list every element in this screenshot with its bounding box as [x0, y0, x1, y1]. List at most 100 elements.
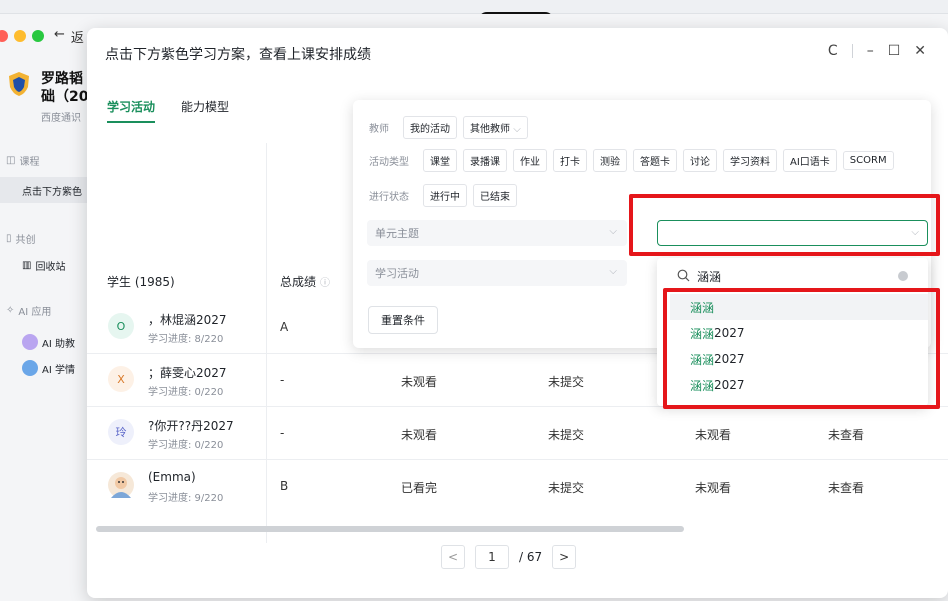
- avatar: X: [108, 366, 134, 392]
- header-total[interactable]: 总成绩 ⓘ: [280, 273, 330, 290]
- minimize-dot[interactable]: [14, 30, 26, 42]
- student-name: ；薛雯心2027: [148, 366, 227, 380]
- type-label: 活动类型: [369, 157, 409, 168]
- dropdown-option[interactable]: 涵涵 2027: [670, 320, 928, 346]
- chip-my-activity[interactable]: 我的活动: [403, 116, 457, 139]
- search-icon: [677, 269, 690, 282]
- chip-type[interactable]: 打卡: [553, 149, 587, 172]
- status-cell: 未查看: [828, 428, 865, 442]
- avatar: 玲: [108, 419, 134, 445]
- chip-type[interactable]: SCORM: [842, 151, 894, 170]
- status-cell: 未观看: [695, 428, 732, 442]
- dropdown-option[interactable]: 涵涵: [670, 294, 928, 320]
- dropdown-search[interactable]: 涵涵: [657, 264, 928, 288]
- tab-bar: 学习活动 能力模型: [107, 98, 229, 123]
- close-icon[interactable]: ✕: [914, 43, 926, 59]
- chip-type[interactable]: 学习资料: [723, 149, 777, 172]
- student-name: ，林焜涵2027: [148, 313, 227, 327]
- prev-page-button[interactable]: <: [441, 545, 465, 569]
- total-score: B: [280, 479, 289, 493]
- chip-type[interactable]: 测验: [593, 149, 627, 172]
- unit-select[interactable]: 单元主题 ⌵: [367, 220, 627, 246]
- chevron-down-icon: ⌵: [609, 226, 617, 237]
- nav-section-shared: ▯ 共创: [6, 233, 36, 246]
- ai-assistant-avatar: [22, 334, 38, 350]
- horizontal-scrollbar[interactable]: [96, 526, 684, 532]
- maximize-icon[interactable]: ☐: [888, 43, 901, 59]
- activity-select[interactable]: 学习活动 ⌵: [367, 260, 627, 286]
- zoom-dot[interactable]: [32, 30, 44, 42]
- refresh-icon[interactable]: C: [828, 43, 838, 59]
- status-cell: 未观看: [401, 375, 438, 389]
- chip-type[interactable]: AI口语卡: [783, 149, 837, 172]
- teacher-label: 教师: [369, 124, 389, 135]
- divider: [851, 44, 853, 58]
- course-subtitle: 西度通识: [41, 113, 81, 124]
- chevron-down-icon: ⌵: [911, 227, 919, 238]
- child-photo-icon: [111, 477, 131, 498]
- avatar: O: [108, 313, 134, 339]
- sparkle-icon: ✧: [6, 305, 15, 316]
- status-cell: 未提交: [548, 428, 585, 442]
- chevron-down-icon: ⌵: [609, 266, 617, 277]
- type-filter-row: 活动类型 课堂 录播课 作业 打卡 测验 答题卡 讨论 学习资料 AI口语卡 S…: [369, 149, 894, 172]
- page-total: / 67: [519, 550, 543, 564]
- chip-finished[interactable]: 已结束: [473, 184, 517, 207]
- book-icon: ◫: [6, 155, 16, 166]
- reset-button[interactable]: 重置条件: [368, 306, 438, 334]
- nav-item-active[interactable]: 点击下方紫色: [0, 177, 88, 203]
- status-cell: 未查看: [828, 481, 865, 495]
- dropdown-option[interactable]: 涵涵 2027: [670, 372, 928, 398]
- student-dropdown: 涵涵 涵涵 涵涵 2027 涵涵 2027 涵涵 2027: [657, 258, 928, 406]
- chip-in-progress[interactable]: 进行中: [423, 184, 467, 207]
- total-score: -: [280, 426, 285, 440]
- header-student: 学生 (1985): [107, 275, 175, 289]
- chevron-down-icon: ⌵: [513, 124, 521, 135]
- student-progress: 学习进度: 8/220: [148, 334, 224, 345]
- status-cell: 已看完: [401, 481, 438, 495]
- top-strip: [0, 0, 948, 30]
- status-cell: 未观看: [401, 428, 438, 442]
- table-row[interactable]: (Emma) 学习进度: 9/220 B 已看完 未提交 未观看 未查看: [87, 460, 948, 513]
- next-page-button[interactable]: >: [552, 545, 577, 569]
- course-logo: [9, 72, 29, 96]
- chip-type[interactable]: 录播课: [463, 149, 507, 172]
- chip-type[interactable]: 讨论: [683, 149, 717, 172]
- chip-type[interactable]: 课堂: [423, 149, 457, 172]
- pagination: < 1 / 67 >: [441, 545, 577, 569]
- file-icon: ▯: [6, 233, 12, 244]
- modal-controls: C – ☐ ✕: [828, 43, 926, 59]
- student-progress: 学习进度: 9/220: [148, 493, 224, 504]
- chip-type[interactable]: 答题卡: [633, 149, 677, 172]
- arrow-left-icon: ←: [54, 27, 65, 42]
- teacher-filter-row: 教师 我的活动 其他教师 ⌵: [369, 116, 528, 139]
- dropdown-option[interactable]: 涵涵 2027: [670, 346, 928, 372]
- status-cell: 未提交: [548, 481, 585, 495]
- nav-item-recycle[interactable]: ▥ 回收站: [22, 258, 65, 273]
- student-name: ?你开??丹2027: [148, 419, 234, 433]
- tab-ability-model[interactable]: 能力模型: [181, 98, 229, 123]
- table-row[interactable]: 玲 ?你开??丹2027 学习进度: 0/220 - 未观看 未提交 未观看 未…: [87, 407, 948, 460]
- status-label: 进行状态: [369, 192, 409, 203]
- trash-icon: ▥: [22, 260, 32, 271]
- page-input[interactable]: 1: [475, 545, 509, 569]
- help-icon[interactable]: ⓘ: [320, 274, 330, 289]
- status-filter-row: 进行状态 进行中 已结束: [369, 184, 517, 207]
- nav-section-course: ◫ 课程: [6, 155, 40, 168]
- search-text: 涵涵: [697, 269, 722, 284]
- student-search-select[interactable]: ⌵: [657, 220, 928, 246]
- window-controls: [0, 30, 44, 42]
- back-link[interactable]: ← 返: [54, 27, 84, 46]
- tab-learning-activity[interactable]: 学习活动: [107, 98, 156, 123]
- chip-other-teacher[interactable]: 其他教师 ⌵: [463, 116, 528, 139]
- nav-item-ai-learning[interactable]: AI 学情: [22, 360, 75, 376]
- chip-type[interactable]: 作业: [513, 149, 547, 172]
- total-score: A: [280, 320, 289, 334]
- clear-icon[interactable]: [898, 271, 908, 281]
- close-dot[interactable]: [0, 30, 8, 42]
- course-title[interactable]: 罗路韬 础（20: [41, 70, 87, 106]
- ai-learning-avatar: [22, 360, 38, 376]
- nav-item-ai-assistant[interactable]: AI 助教: [22, 334, 75, 350]
- minimize-icon[interactable]: –: [867, 43, 874, 59]
- student-name: (Emma): [148, 470, 196, 484]
